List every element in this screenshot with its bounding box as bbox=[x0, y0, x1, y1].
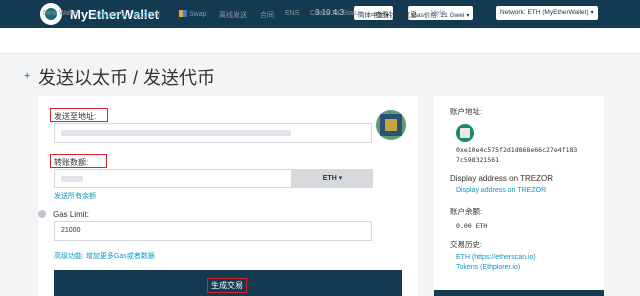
account-address-line2: 7c598321561 bbox=[456, 156, 500, 164]
history-link-eth[interactable]: ETH (https://etherscan.io) bbox=[456, 254, 536, 261]
to-address-input[interactable] bbox=[54, 123, 372, 143]
gas-limit-label: Gas Limit: bbox=[53, 210, 90, 219]
swap-icon bbox=[179, 10, 187, 17]
redacted-amount bbox=[61, 176, 83, 182]
nav-offline[interactable]: 离线发送 bbox=[219, 10, 247, 20]
plus-icon: + bbox=[24, 70, 31, 82]
nav-contracts[interactable]: 合同 bbox=[260, 10, 274, 20]
chevron-down-icon: ▾ bbox=[466, 13, 470, 19]
balance-value: 0.00 ETH bbox=[456, 222, 488, 230]
amount-label: 转账数额: bbox=[54, 158, 89, 167]
history-label: 交易历史: bbox=[450, 240, 483, 249]
account-identicon bbox=[456, 124, 474, 142]
nav-new-wallet[interactable]: New Wallet bbox=[43, 10, 78, 17]
sidebar-footer-bar bbox=[434, 290, 604, 296]
nav-ens[interactable]: ENS bbox=[285, 10, 299, 17]
send-all-link[interactable]: 发送所有余额 bbox=[54, 191, 96, 201]
advanced-link[interactable]: 高级功能: 增加更多Gas或者数据 bbox=[54, 251, 155, 261]
account-address-label: 账户地址: bbox=[450, 107, 483, 116]
nav-view-wallet[interactable]: 查看钱包信息 bbox=[375, 10, 417, 20]
chevron-down-icon: ▾ bbox=[590, 10, 594, 16]
history-link-tokens[interactable]: Tokens (Ethplorer.io) bbox=[456, 264, 520, 271]
main-nav bbox=[0, 28, 640, 54]
to-address-label: 发送至地址: bbox=[54, 112, 97, 121]
address-identicon bbox=[376, 110, 406, 140]
nav-swap[interactable]: Swap bbox=[179, 10, 207, 18]
nav-send[interactable]: 发送以太币 / 发送代币 bbox=[92, 10, 161, 20]
generate-transaction-label[interactable]: 生成交易 bbox=[207, 278, 247, 293]
currency-dropdown[interactable]: ETH ▾ bbox=[292, 169, 373, 188]
nav-help[interactable]: Help bbox=[431, 10, 445, 17]
info-icon[interactable] bbox=[38, 210, 46, 218]
page-title: 发送以太币 / 发送代币 bbox=[38, 68, 216, 88]
account-address-line1: 0xe10e4c575f2d1d868e66c27e4f183 bbox=[456, 146, 578, 154]
display-on-trezor-link[interactable]: Display address on TREZOR bbox=[456, 187, 546, 194]
gas-limit-input[interactable]: 21000 bbox=[54, 221, 372, 241]
balance-label: 账户余额: bbox=[450, 207, 483, 216]
chevron-down-icon: ▾ bbox=[338, 175, 343, 182]
redacted-address bbox=[61, 130, 291, 136]
nav-check-tx[interactable]: Check TX Status bbox=[310, 10, 362, 17]
amount-input[interactable] bbox=[54, 169, 292, 188]
network-dropdown[interactable]: Network: ETH (MyEtherWallet) ▾ bbox=[496, 6, 598, 20]
display-on-trezor-label: Display address on TREZOR bbox=[450, 174, 553, 183]
